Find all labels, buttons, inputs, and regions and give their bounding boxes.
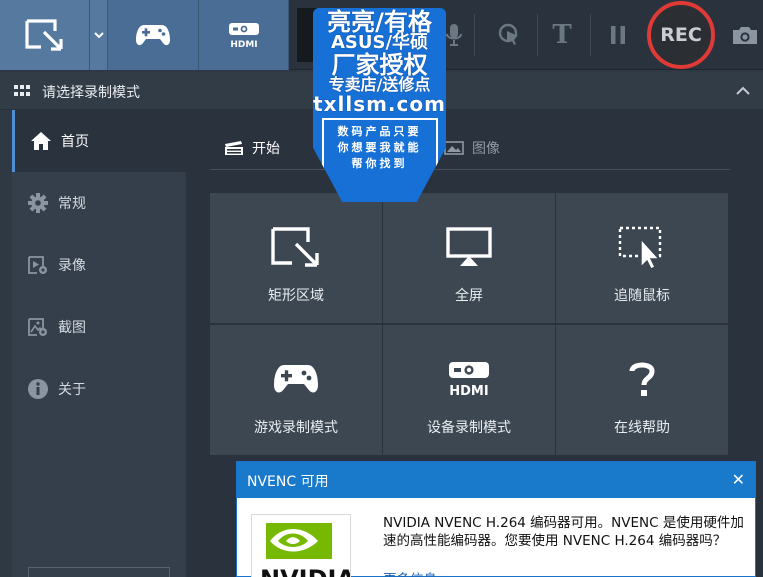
chevron-up-icon[interactable] — [735, 85, 751, 97]
watermark-box: 数码产品只要 你想要我就能 帮你找到 — [321, 118, 438, 172]
hdmi-icon: HDMI — [228, 23, 259, 49]
screenshot-button[interactable] — [726, 0, 763, 70]
sidebar-item-label: 首页 — [61, 134, 89, 150]
video-settings-icon — [26, 253, 50, 277]
text-icon: T — [552, 20, 572, 50]
mode-tiles: 矩形区域 全屏 追随鼠标 游戏录制模式 HDMI 设备录制模式 在线帮助 — [210, 193, 729, 455]
tab-label: 图像 — [472, 141, 500, 157]
cursor-effect-button[interactable] — [490, 0, 530, 70]
toolbar-separator — [474, 14, 475, 56]
tile-online-help[interactable]: 在线帮助 — [556, 325, 728, 455]
sidebar-item-label: 截图 — [58, 320, 86, 336]
pause-icon — [611, 26, 625, 44]
game-mode-button[interactable] — [108, 0, 199, 70]
gamepad-icon — [270, 357, 322, 401]
svg-text:HDMI: HDMI — [230, 40, 257, 49]
clapperboard-icon — [225, 141, 243, 155]
tile-rectangle-area[interactable]: 矩形区域 — [210, 193, 382, 323]
dialog-titlebar: NVENC 可用 ✕ — [237, 462, 755, 498]
tab-image[interactable]: 图像 — [444, 138, 500, 158]
sidebar-item-general[interactable]: 常规 — [12, 172, 186, 234]
sidebar-item-home[interactable]: 首页 — [12, 110, 186, 172]
tab-label: 开始 — [252, 141, 280, 157]
sidebar-item-label: 关于 — [58, 382, 86, 398]
rectangle-select-icon — [24, 19, 63, 51]
sidebar-item-about[interactable]: 关于 — [12, 358, 186, 420]
watermark-line: txllsm.com — [313, 91, 446, 116]
tile-follow-mouse[interactable]: 追随鼠标 — [556, 193, 728, 323]
watermark-line: 数码产品只要 — [337, 125, 422, 138]
nvenc-dialog: NVENC 可用 ✕ NVIDIA NVIDIA NVENC H.264 编码器… — [236, 461, 756, 577]
section-title: 请选择录制模式 — [42, 85, 140, 101]
pause-button[interactable] — [600, 0, 636, 70]
tile-fullscreen[interactable]: 全屏 — [383, 193, 555, 323]
rectangle-area-icon — [270, 225, 322, 269]
camera-icon — [732, 27, 757, 44]
info-icon — [26, 377, 50, 401]
tab-bar: 开始 视频 图像 — [210, 132, 730, 170]
sidebar-item-video[interactable]: 录像 — [12, 234, 186, 296]
device-mode-button[interactable]: HDMI — [199, 0, 289, 70]
tile-label: 全屏 — [455, 288, 483, 304]
watermark-line: 帮你找到 — [351, 156, 408, 170]
gamepad-icon — [136, 25, 170, 46]
tile-label: 游戏录制模式 — [254, 420, 338, 436]
more-info-link[interactable]: 更多信息 — [383, 568, 437, 577]
home-icon — [29, 129, 53, 153]
gear-icon — [26, 191, 50, 215]
sidebar-footer-box — [28, 567, 170, 577]
tile-label: 设备录制模式 — [427, 420, 511, 436]
follow-mouse-icon — [616, 225, 668, 269]
tile-device-mode[interactable]: HDMI 设备录制模式 — [383, 325, 555, 455]
sidebar: 首页 常规 录像 截图 关于 — [12, 110, 186, 577]
hdmi-device-icon: HDMI — [443, 357, 495, 401]
chevron-down-icon — [93, 32, 104, 39]
question-icon — [616, 357, 668, 401]
close-icon[interactable]: ✕ — [732, 470, 745, 489]
nvidia-logo: NVIDIA — [251, 514, 351, 577]
mode-dropdown-button[interactable] — [90, 0, 108, 70]
image-settings-icon — [26, 315, 50, 339]
dialog-message: NVIDIA NVENC H.264 编码器可用。NVENC 是使用硬件加速的高… — [383, 515, 744, 549]
watermark-line: 你想要我就能 — [337, 140, 422, 154]
toolbar-separator — [590, 14, 591, 56]
sidebar-item-label: 常规 — [58, 196, 86, 212]
dialog-title: NVENC 可用 — [247, 474, 329, 490]
sidebar-item-screenshot[interactable]: 截图 — [12, 296, 186, 358]
tab-start[interactable]: 开始 — [224, 138, 280, 158]
cursor-click-icon — [498, 23, 518, 45]
microphone-icon — [446, 24, 462, 46]
nvidia-eye-icon — [266, 523, 332, 559]
app-window: HDMI T REC 请选择录制模式 首页 常规 录像 截图 关于 开始 图像 … — [0, 0, 763, 577]
tile-label: 矩形区域 — [268, 288, 324, 304]
tile-game-mode[interactable]: 游戏录制模式 — [210, 325, 382, 455]
rectangle-mode-button[interactable] — [0, 0, 90, 70]
record-button[interactable]: REC — [647, 1, 715, 69]
tile-label: 追随鼠标 — [614, 288, 670, 304]
toolbar-separator — [537, 14, 538, 56]
watermark-line: 厂家授权 — [331, 50, 428, 79]
sidebar-item-label: 录像 — [58, 258, 86, 274]
monitor-icon — [443, 225, 495, 269]
grid-icon — [14, 85, 30, 97]
watermark-overlay: 亮亮/有格 ASUS/华硕 厂家授权 专卖店/送修点 txllsm.com 数码… — [313, 8, 446, 202]
tile-label: 在线帮助 — [614, 420, 670, 436]
logo-text: NVIDIA — [260, 565, 350, 577]
text-overlay-button[interactable]: T — [544, 0, 580, 70]
record-label: REC — [660, 24, 702, 46]
watermark-line: 亮亮/有格 — [327, 8, 432, 36]
svg-text:HDMI: HDMI — [449, 384, 488, 398]
image-icon — [444, 141, 464, 155]
